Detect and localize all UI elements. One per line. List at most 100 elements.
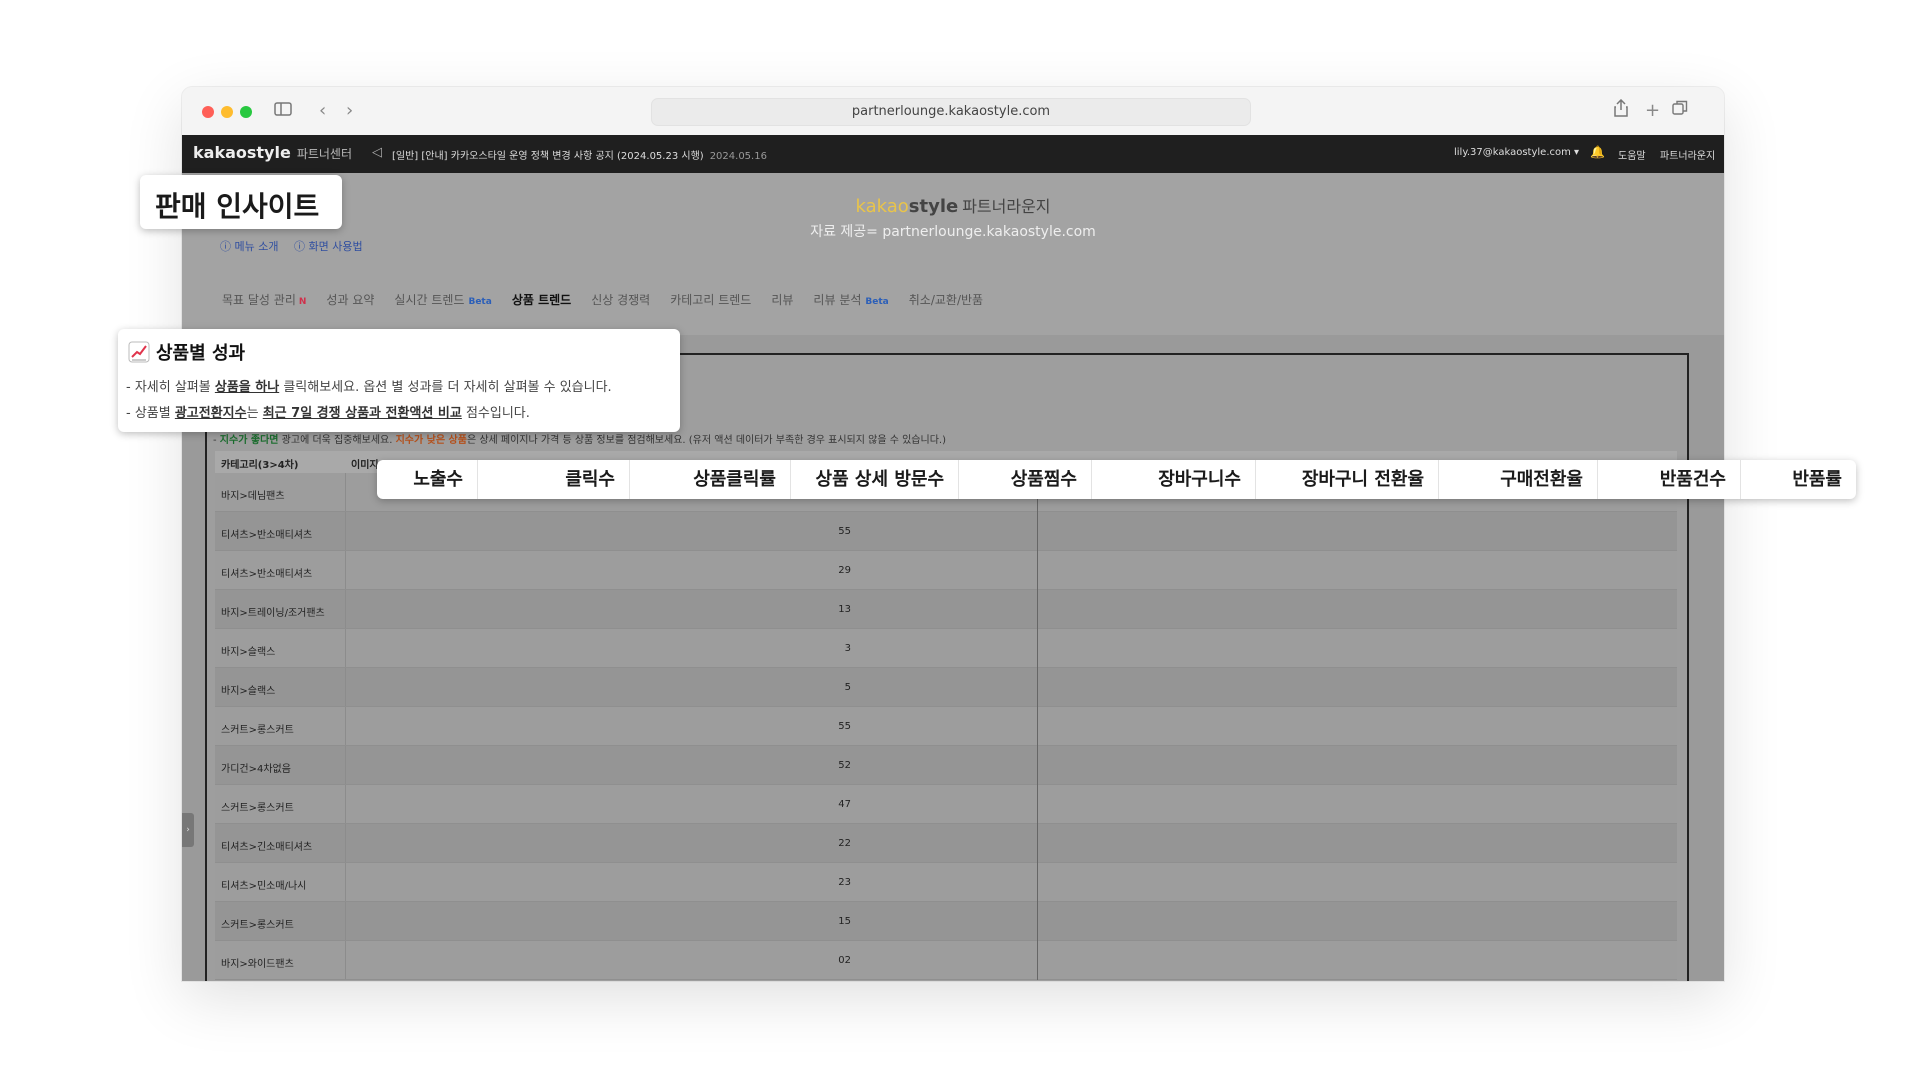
tab-item[interactable]: 카테고리 트렌드 [670,291,751,308]
tab-item[interactable]: 리뷰 [771,291,793,308]
column-header[interactable]: 장바구니 전환율 [1256,460,1439,499]
menu-intro-link[interactable]: ⓘ 메뉴 소개 [220,240,278,253]
row-value: 5 [844,682,851,693]
tab-item[interactable]: 상품 트렌드 [512,291,571,308]
help-links: ⓘ 메뉴 소개 ⓘ 화면 사용법 [220,238,375,254]
watermark-source: 자료 제공= partnerlounge.kakaostyle.com [810,224,1096,240]
sidebar-toggle-icon[interactable] [274,99,292,123]
table-row[interactable]: 티셔츠>반소매티셔츠 29 [215,551,1677,590]
row-category: 티셔츠>민소매/나시 [221,881,307,892]
row-value: 3 [844,643,851,654]
tab-item[interactable]: 실시간 트렌드 Beta [394,291,491,308]
table-row[interactable]: 바지>트레이닝/조거팬츠 13 [215,590,1677,629]
image-column-divider [345,668,346,706]
bell-icon[interactable]: 🔔 [1590,145,1605,159]
image-column-divider [345,863,346,901]
row-category: 스커트>롱스커트 [221,803,294,814]
table-row[interactable]: 바지>슬랙스 5 [215,668,1677,707]
column-header[interactable]: 반품률 [1741,460,1856,499]
hint-line: - 지수가 좋다면 광고에 더욱 집중해보세요. 지수가 낮은 상품은 상세 페… [213,435,946,446]
header-image: 이미지 [351,460,379,471]
product-performance-panel: - 지수가 좋다면 광고에 더욱 집중해보세요. 지수가 낮은 상품은 상세 페… [205,353,1689,981]
row-category: 스커트>롱스커트 [221,725,294,736]
table-row[interactable]: 가디건>4차없음 52 [215,746,1677,785]
image-column-divider [345,590,346,628]
minimize-window-button[interactable] [221,106,233,118]
row-category: 티셔츠>반소매티셔츠 [221,530,313,541]
tab-badge: Beta [865,297,889,307]
row-value: 13 [838,604,851,615]
partner-lounge-link[interactable]: 파트너라운지 [1660,147,1715,162]
row-value: 23 [838,877,851,888]
close-window-button[interactable] [202,106,214,118]
account-menu[interactable]: lily.37@kakaostyle.com ▾ [1454,147,1579,158]
row-value: 47 [838,799,851,810]
column-header[interactable]: 장바구니수 [1092,460,1256,499]
table-row[interactable]: 스커트>롱스커트 47 [215,785,1677,824]
row-category: 바지>트레이닝/조거팬츠 [221,608,325,619]
table-row[interactable]: 티셔츠>긴소매티셔츠 22 [215,824,1677,863]
row-category: 바지>와이드팬츠 [221,959,294,970]
screen-usage-link[interactable]: ⓘ 화면 사용법 [294,240,363,253]
browser-titlebar: ‹ › partnerlounge.kakaostyle.com + [182,87,1724,136]
header-category[interactable]: 카테고리(3>4차) [221,456,298,471]
tab-item[interactable]: 신상 경쟁력 [591,291,650,308]
image-column-divider [345,551,346,589]
row-value: 55 [838,526,851,537]
page-title: 판매 인사이트 [155,190,320,223]
notice-banner[interactable]: [일반] [안내] 카카오스타일 운영 정책 변경 사항 공지 (2024.05… [392,147,767,162]
column-headers-callout: 노출수 클릭수 상품클릭률 상품 상세 방문수 상품찜수 장바구니수 장바구니 전환율 구매전… [377,460,1856,499]
description-line-1: - 자세히 살펴볼 상품을 하나 클릭해보세요. 옵션 별 성과를 더 자세히 … [126,380,612,395]
row-value: 55 [838,721,851,732]
row-value: 02 [838,955,851,966]
column-header[interactable]: 노출수 [377,460,478,499]
tab-overview-icon[interactable] [1672,99,1688,123]
column-header[interactable]: 상품찜수 [959,460,1092,499]
help-link[interactable]: 도움말 [1618,147,1646,162]
column-header[interactable]: 반품건수 [1598,460,1741,499]
table-rows: 바지>데님팬츠티셔츠>반소매티셔츠 55 티셔츠>반소매티셔츠 29 바지>트레이닝/조… [215,473,1677,980]
content-top: kakaostyle 파트너라운지 자료 제공= partnerlounge.ka… [182,173,1724,335]
site-logo[interactable]: kakaostyle 파트너센터 [193,143,352,162]
section-title: 상품별 성과 [128,339,245,368]
image-column-divider [345,902,346,940]
image-column-divider [345,707,346,745]
row-category: 티셔츠>반소매티셔츠 [221,569,313,580]
row-value: 52 [838,760,851,771]
table-row[interactable]: 티셔츠>민소매/나시 23 [215,863,1677,902]
column-header[interactable]: 상품 상세 방문수 [791,460,959,499]
image-column-divider [345,473,346,511]
column-header[interactable]: 상품클릭률 [630,460,791,499]
tab-item[interactable]: 목표 달성 관리 N [222,291,306,308]
row-category: 가디건>4차없음 [221,764,291,775]
row-category: 티셔츠>긴소매티셔츠 [221,842,313,853]
table-row[interactable]: 티셔츠>반소매티셔츠 55 [215,512,1677,551]
column-header[interactable]: 클릭수 [478,460,630,499]
row-value: 15 [838,916,851,927]
megaphone-icon: ◁ [372,145,382,160]
new-tab-icon[interactable]: + [1645,99,1660,123]
share-icon[interactable] [1614,98,1628,124]
url-bar[interactable]: partnerlounge.kakaostyle.com [651,98,1251,126]
sidebar-expand-handle[interactable]: › [182,813,194,847]
table-row[interactable]: 스커트>롱스커트 15 [215,902,1677,941]
description-line-2: - 상품별 광고전환지수는 최근 7일 경쟁 상품과 전환액션 비교 점수입니다… [126,406,530,421]
forward-icon[interactable]: › [346,99,353,123]
row-category: 바지>슬랙스 [221,686,276,697]
back-icon[interactable]: ‹ [319,99,326,123]
tab-badge: N [298,297,307,307]
nav-tabs: 목표 달성 관리 N 성과 요약 실시간 트렌드 Beta 상품 트렌드 신상 경쟁력 카테고… [222,291,1003,308]
row-value: 29 [838,565,851,576]
site-header: kakaostyle 파트너센터 ◁ [일반] [안내] 카카오스타일 운영 정책… [182,135,1724,173]
tab-item[interactable]: 리뷰 분석 Beta [813,291,888,308]
table-row[interactable]: 스커트>롱스커트 55 [215,707,1677,746]
tab-item[interactable]: 취소/교환/반품 [909,291,983,308]
column-header[interactable]: 구매전환율 [1439,460,1598,499]
zoom-window-button[interactable] [240,106,252,118]
table-row[interactable]: 바지>슬랙스 3 [215,629,1677,668]
image-column-divider [345,512,346,550]
table-row[interactable]: 바지>와이드팬츠 02 [215,941,1677,980]
page-title-callout: 판매 인사이트 [140,175,342,229]
tab-item[interactable]: 성과 요약 [326,291,374,308]
row-category: 바지>데님팬츠 [221,491,285,502]
